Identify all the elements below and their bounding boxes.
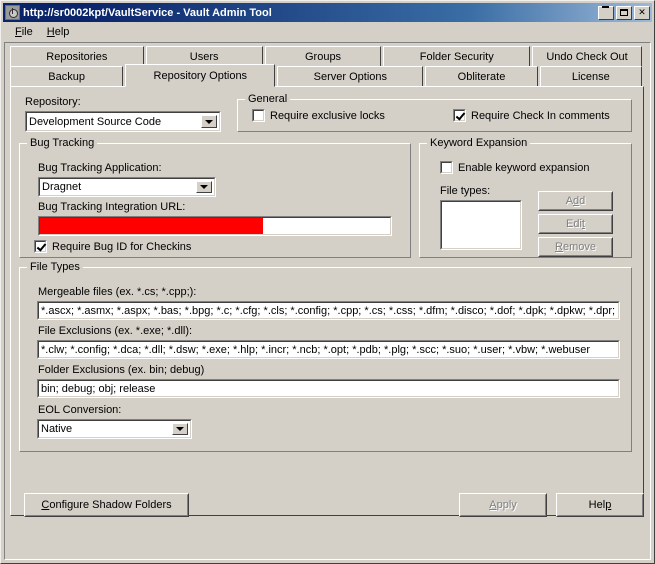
vault-app-icon — [5, 5, 20, 20]
folder-exclusions-label: Folder Exclusions (ex. bin; debug) — [38, 364, 205, 376]
file-types-label: File types: — [440, 185, 491, 197]
apply-button-label: Apply — [489, 499, 517, 511]
tab-groups-label: Groups — [304, 50, 342, 63]
tab-server-options-label: Server Options — [313, 70, 388, 83]
checkbox-box — [252, 109, 265, 122]
help-button[interactable]: Help — [556, 493, 644, 517]
menu-bar: File Help — [3, 23, 652, 41]
edit-button-label: Edit — [566, 218, 585, 230]
keyword-expansion-group-title: Keyword Expansion — [427, 137, 531, 149]
add-button-label: Add — [565, 195, 586, 207]
tab-repository-options[interactable]: Repository Options — [125, 64, 276, 87]
require-exclusive-locks-checkbox[interactable]: Require exclusive locks — [252, 109, 385, 122]
file-types-group: File Types Mergeable files (ex. *.cs; *.… — [19, 261, 632, 452]
bug-tracking-application-label: Bug Tracking Application: — [38, 162, 162, 174]
help-button-label: Help — [588, 499, 612, 511]
client-area: Repositories Users Groups Folder Securit… — [4, 42, 651, 560]
tab-control: Repositories Users Groups Folder Securit… — [10, 46, 644, 516]
tab-groups[interactable]: Groups — [264, 46, 382, 66]
title-bar[interactable]: http://sr0002kpt/VaultService - Vault Ad… — [3, 3, 652, 22]
repository-combo-value: Development Source Code — [29, 115, 162, 128]
file-exclusions-value: *.clw; *.config; *.dca; *.dll; *.dsw; *.… — [41, 343, 591, 356]
tab-row-2: Backup Repository Options Server Options… — [10, 64, 644, 87]
file-exclusions-label: File Exclusions (ex. *.exe; *.dll): — [38, 325, 193, 337]
tab-users[interactable]: Users — [145, 46, 263, 66]
bug-tracking-group: Bug Tracking Bug Tracking Application: D… — [19, 137, 411, 258]
apply-button[interactable]: Apply — [459, 493, 547, 517]
require-checkin-comments-checkbox[interactable]: Require Check In comments — [453, 109, 610, 122]
checkbox-box — [440, 161, 453, 174]
file-exclusions-input[interactable]: *.clw; *.config; *.dca; *.dll; *.dsw; *.… — [37, 340, 620, 359]
tab-backup[interactable]: Backup — [10, 66, 124, 86]
configure-shadow-folders-button[interactable]: Configure Shadow Folders — [24, 493, 189, 517]
tab-server-options[interactable]: Server Options — [277, 66, 424, 86]
close-icon: ✕ — [638, 7, 646, 17]
chevron-down-icon[interactable] — [196, 181, 212, 193]
require-exclusive-locks-label: Require exclusive locks — [270, 109, 385, 122]
enable-keyword-expansion-checkbox[interactable]: Enable keyword expansion — [440, 161, 589, 174]
bug-tracking-application-value: Dragnet — [42, 181, 82, 193]
tab-page-repository-options: Repository: Development Source Code Gene… — [10, 86, 644, 516]
tab-folder-security-label: Folder Security — [419, 50, 494, 63]
tab-repositories-label: Repositories — [46, 50, 108, 63]
checkbox-box — [453, 109, 466, 122]
menu-help-label: elp — [54, 26, 70, 38]
eol-conversion-label: EOL Conversion: — [38, 404, 122, 416]
tab-license[interactable]: License — [539, 66, 642, 86]
remove-button-label: Remove — [555, 241, 596, 253]
folder-exclusions-value: bin; debug; obj; release — [41, 382, 156, 395]
general-group-title: General — [245, 93, 291, 105]
mergeable-files-input[interactable]: *.ascx; *.asmx; *.aspx; *.bas; *.bpg; *.… — [37, 301, 620, 320]
tab-backup-label: Backup — [48, 70, 85, 83]
file-types-group-title: File Types — [27, 261, 83, 273]
window-title: http://sr0002kpt/VaultService - Vault Ad… — [23, 6, 272, 19]
chevron-down-icon[interactable] — [201, 115, 217, 128]
configure-shadow-folders-label: Configure Shadow Folders — [41, 499, 172, 511]
eol-conversion-value: Native — [41, 423, 73, 435]
keyword-expansion-group: Keyword Expansion Enable keyword expansi… — [419, 137, 632, 258]
repository-combo[interactable]: Development Source Code — [25, 111, 221, 132]
enable-keyword-expansion-label: Enable keyword expansion — [458, 161, 590, 174]
add-button[interactable]: Add — [538, 191, 613, 211]
bug-tracking-application-combo[interactable]: Dragnet — [38, 177, 216, 197]
folder-exclusions-input[interactable]: bin; debug; obj; release — [37, 379, 620, 398]
tab-repository-options-label: Repository Options — [153, 69, 248, 82]
bug-tracking-url-label: Bug Tracking Integration URL: — [38, 201, 186, 213]
repository-label: Repository: — [25, 96, 81, 108]
file-types-listbox[interactable] — [440, 200, 522, 250]
main-window: http://sr0002kpt/VaultService - Vault Ad… — [0, 0, 655, 564]
mergeable-files-label: Mergeable files (ex. *.cs; *.cpp;): — [38, 286, 197, 298]
require-checkin-comments-label: Require Check In comments — [471, 109, 610, 122]
tab-obliterate[interactable]: Obliterate — [425, 66, 538, 86]
eol-conversion-combo[interactable]: Native — [37, 419, 192, 439]
url-selection-highlight — [40, 218, 263, 234]
menu-file-label: ile — [21, 26, 33, 38]
bug-tracking-group-title: Bug Tracking — [27, 137, 98, 149]
tab-license-label: License — [571, 70, 610, 83]
mergeable-files-value: *.ascx; *.asmx; *.aspx; *.bas; *.bpg; *.… — [41, 304, 619, 317]
window-controls: ✕ — [598, 5, 650, 20]
edit-button[interactable]: Edit — [538, 214, 613, 234]
maximize-button[interactable] — [616, 5, 632, 20]
chevron-down-icon[interactable] — [172, 423, 188, 435]
general-group: General Require exclusive locks Require … — [237, 93, 632, 132]
tab-users-label: Users — [189, 50, 219, 63]
minimize-button[interactable] — [598, 5, 614, 20]
tab-repositories[interactable]: Repositories — [10, 46, 144, 66]
menu-help[interactable]: Help — [40, 24, 77, 40]
close-button[interactable]: ✕ — [634, 5, 650, 20]
tab-undo-check-out-label: Undo Check Out — [546, 50, 628, 63]
require-bug-id-checkbox[interactable]: Require Bug ID for Checkins — [34, 240, 191, 253]
tab-undo-check-out[interactable]: Undo Check Out — [532, 46, 642, 66]
remove-button[interactable]: Remove — [538, 237, 613, 257]
menu-file[interactable]: File — [8, 24, 40, 40]
tab-row-1: Repositories Users Groups Folder Securit… — [10, 46, 644, 66]
tab-folder-security[interactable]: Folder Security — [383, 46, 531, 66]
require-bug-id-label: Require Bug ID for Checkins — [52, 240, 192, 253]
bug-tracking-url-input[interactable] — [38, 216, 392, 236]
tab-obliterate-label: Obliterate — [457, 70, 506, 83]
checkbox-box — [34, 240, 47, 253]
